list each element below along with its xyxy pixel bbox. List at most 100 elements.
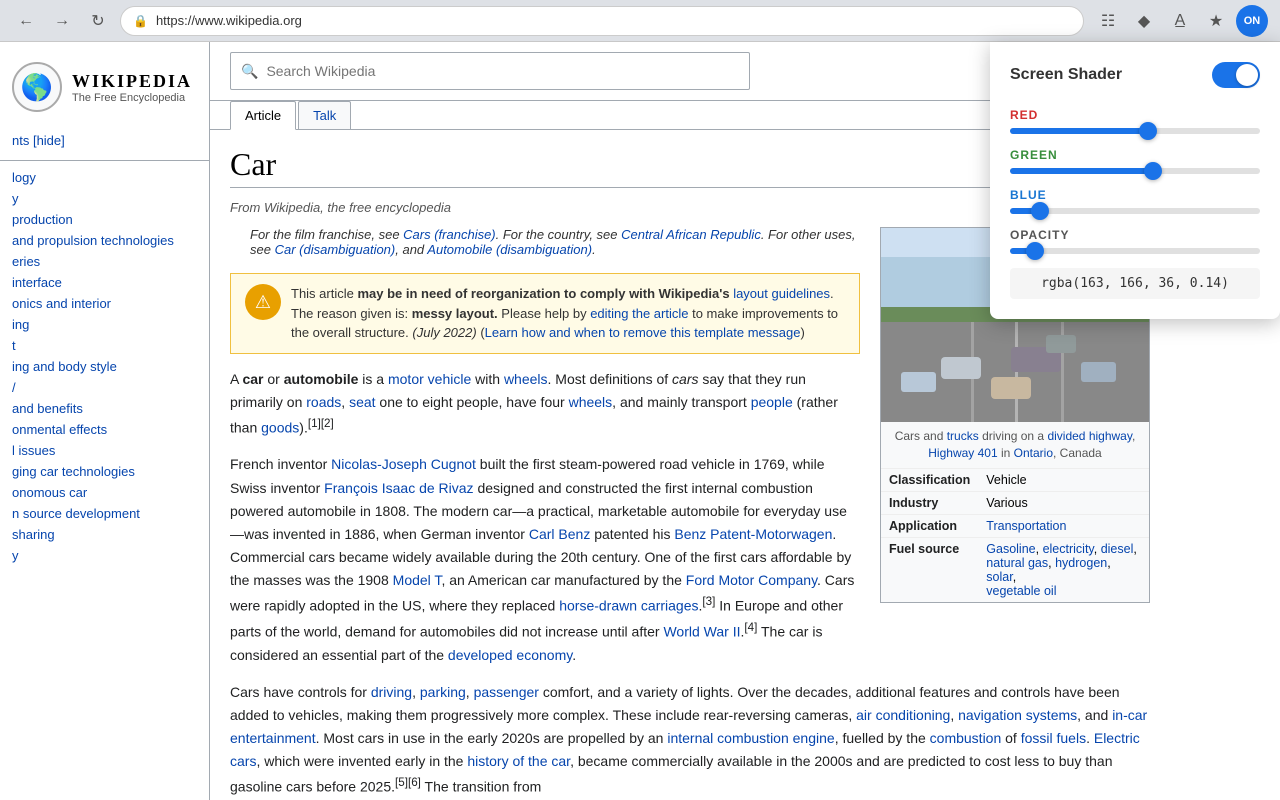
opacity-slider-thumb[interactable] [1026,242,1044,260]
vegetable-oil-link[interactable]: vegetable oil [986,584,1056,598]
toggle-switch[interactable] [1212,62,1260,88]
wiki-tagline: The Free Encyclopedia [72,92,192,104]
electricity-link[interactable]: electricity [1043,542,1094,556]
green-slider-label: GREEN [1010,148,1260,162]
infobox-highway401-link[interactable]: Highway 401 [928,446,997,460]
sidebar-item-14[interactable]: ging car technologies [0,461,209,482]
roads-link[interactable]: roads [306,394,341,410]
combustion-link[interactable]: combustion [930,730,1002,746]
infobox-divided-highway-link[interactable]: divided highway [1047,429,1132,443]
forward-button[interactable]: → [48,7,76,35]
ac-link[interactable]: air conditioning [856,707,950,723]
infobox-row-fuel: Fuel source Gasoline, electricity, diese… [881,537,1149,602]
bookmark-icon-button[interactable]: ★ [1200,5,1232,37]
opacity-slider-row: OPACITY [1010,228,1260,254]
sidebar-item-6[interactable]: onics and interior [0,293,209,314]
benz-link[interactable]: Carl Benz [529,526,590,542]
sidebar-item-10[interactable]: / [0,377,209,398]
opacity-slider-track[interactable] [1010,248,1260,254]
sidebar-item-7[interactable]: ing [0,314,209,335]
blue-slider-row: BLUE [1010,188,1260,214]
wheels-link-1[interactable]: wheels [504,371,548,387]
parking-link[interactable]: parking [420,684,466,700]
tab-article[interactable]: Article [230,101,296,130]
diesel-link[interactable]: diesel [1101,542,1134,556]
screen-shader-extension-badge[interactable]: ON [1236,5,1268,37]
extension-icon-button[interactable]: ◆ [1128,5,1160,37]
sidebar-item-2[interactable]: production [0,209,209,230]
ice-link[interactable]: internal combustion engine [667,730,834,746]
cars-franchise-link[interactable]: Cars (franchise) [403,227,495,242]
infobox-trucks-link[interactable]: trucks [947,429,979,443]
infobox-value-classification: Vehicle [978,468,1149,491]
sidebar-item-9[interactable]: ing and body style [0,356,209,377]
blue-slider-track[interactable] [1010,208,1260,214]
green-slider-fill [1010,168,1153,174]
hydrogen-link[interactable]: hydrogen [1055,556,1107,570]
layout-guidelines-link[interactable]: layout guidelines [733,286,830,301]
wheels-link-2[interactable]: wheels [569,394,613,410]
sidebar-item-16[interactable]: n source development [0,503,209,524]
search-input[interactable] [266,63,739,79]
sidebar-item-12[interactable]: onmental effects [0,419,209,440]
sidebar-item-1[interactable]: y [0,188,209,209]
tab-talk[interactable]: Talk [298,101,351,129]
address-bar[interactable]: 🔒 https://www.wikipedia.org [120,6,1084,36]
sidebar-item-18[interactable]: y [0,545,209,566]
blue-slider-thumb[interactable] [1031,202,1049,220]
infobox-value-fuel: Gasoline, electricity, diesel, natural g… [978,537,1149,602]
reload-button[interactable]: ↻ [84,7,112,35]
car-history-link[interactable]: history of the car [467,753,570,769]
lock-icon: 🔒 [133,14,148,28]
cugnot-link[interactable]: Nicolas-Joseph Cugnot [331,456,476,472]
goods-link[interactable]: goods [261,419,299,435]
developed-economy-link[interactable]: developed economy [448,647,572,663]
sidebar-item-3[interactable]: and propulsion technologies [0,230,209,251]
back-button[interactable]: ← [12,7,40,35]
sidebar-item-4[interactable]: eries [0,251,209,272]
infobox-caption: Cars and trucks driving on a divided hig… [881,422,1149,468]
green-slider-track[interactable] [1010,168,1260,174]
sidebar-item-8[interactable]: t [0,335,209,356]
car-disambiguation-link[interactable]: Car (disambiguation) [275,242,396,257]
red-slider-thumb[interactable] [1139,122,1157,140]
sidebar-item-17[interactable]: sharing [0,524,209,545]
model-t-link[interactable]: Model T [393,572,442,588]
sidebar-item-0[interactable]: logy [0,167,209,188]
red-slider-fill [1010,128,1148,134]
seat-link[interactable]: seat [349,394,375,410]
ford-link[interactable]: Ford Motor Company [686,572,817,588]
green-slider-thumb[interactable] [1144,162,1162,180]
driving-link[interactable]: driving [371,684,412,700]
nav-link[interactable]: navigation systems [958,707,1077,723]
people-link[interactable]: people [751,394,793,410]
infobox-ontario-link[interactable]: Ontario [1014,446,1053,460]
translate-icon-button[interactable]: A̲ [1164,5,1196,37]
grid-icon-button[interactable]: ☷ [1092,5,1124,37]
solar-link[interactable]: solar [986,570,1012,584]
red-slider-track[interactable] [1010,128,1260,134]
horse-drawn-link[interactable]: horse-drawn carriages [559,598,698,614]
opacity-slider-label: OPACITY [1010,228,1260,242]
patent-motorwagen-link[interactable]: Benz Patent-Motorwagen [674,526,832,542]
motor-vehicle-link[interactable]: motor vehicle [388,371,471,387]
toc-hide-link[interactable]: nts [hide] [12,133,65,148]
sidebar-item-11[interactable]: and benefits [0,398,209,419]
fossil-fuels-link[interactable]: fossil fuels [1021,730,1086,746]
toc-hide-row: nts [hide] [0,128,209,154]
sidebar-item-15[interactable]: onomous car [0,482,209,503]
ww2-link[interactable]: World War II [663,623,740,639]
infobox-transportation-link[interactable]: Transportation [986,519,1066,533]
infobox-value-industry: Various [978,491,1149,514]
sidebar-item-13[interactable]: l issues [0,440,209,461]
passenger-link[interactable]: passenger [474,684,539,700]
rivaz-link[interactable]: François Isaac de Rivaz [324,480,473,496]
editing-article-link[interactable]: editing the article [590,306,688,321]
natural-gas-link[interactable]: natural gas [986,556,1048,570]
remove-template-link[interactable]: Learn how and when to remove this templa… [485,325,801,340]
gasoline-link[interactable]: Gasoline [986,542,1035,556]
sidebar-item-5[interactable]: interface [0,272,209,293]
central-africa-link[interactable]: Central African Republic [621,227,761,242]
automobile-disambiguation-link[interactable]: Automobile (disambiguation) [427,242,592,257]
rgba-display: rgba(163, 166, 36, 0.14) [1010,268,1260,299]
